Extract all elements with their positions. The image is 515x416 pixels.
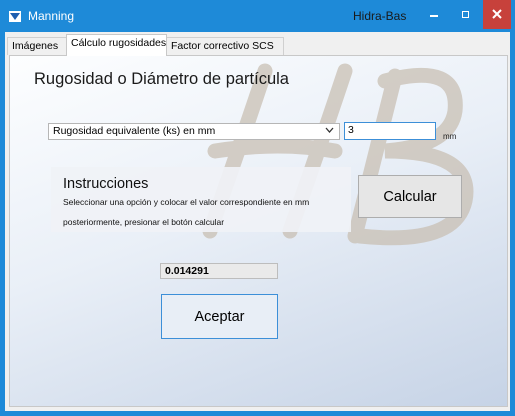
- select-value: Rugosidad equivalente (ks) en mm: [53, 125, 216, 137]
- title-bar[interactable]: Manning Hidra-Bas: [0, 0, 515, 32]
- tab-imagenes[interactable]: Imágenes: [7, 37, 67, 55]
- minimize-icon: [430, 15, 438, 17]
- tab-factor-correctivo-scs[interactable]: Factor correctivo SCS: [166, 37, 284, 55]
- app-icon: [9, 11, 21, 22]
- instructions-text-line1: Seleccionar una opción y colocar el valo…: [63, 197, 310, 207]
- section-heading: Rugosidad o Diámetro de partícula: [34, 70, 289, 88]
- maximize-icon: [462, 11, 469, 18]
- tab-calculo-rugosidades[interactable]: Cálculo rugosidades: [66, 34, 167, 56]
- tab-panel: Rugosidad o Diámetro de partícula Rugosi…: [9, 55, 508, 407]
- client-area: Imágenes Cálculo rugosidades Factor corr…: [5, 32, 510, 411]
- app-name: Hidra-Bas: [353, 9, 407, 23]
- instructions-box: Instrucciones Seleccionar una opción y c…: [51, 167, 351, 232]
- unit-label: mm: [443, 132, 457, 141]
- roughness-type-select[interactable]: Rugosidad equivalente (ks) en mm: [48, 123, 340, 140]
- window-title: Manning: [28, 9, 75, 23]
- chevron-down-icon: [325, 127, 334, 133]
- close-button[interactable]: [483, 0, 511, 29]
- tab-strip: Imágenes Cálculo rugosidades Factor corr…: [5, 32, 510, 56]
- maximize-button[interactable]: [450, 0, 480, 29]
- roughness-value-input[interactable]: 3: [344, 122, 436, 140]
- instructions-text-line2: posteriormente, presionar el botón calcu…: [63, 217, 225, 227]
- result-field: 0.014291: [160, 263, 278, 279]
- app-window: Manning Hidra-Bas Imágenes Cálculo rugos…: [0, 0, 515, 416]
- accept-button[interactable]: Aceptar: [161, 294, 278, 339]
- close-icon: [492, 9, 502, 19]
- minimize-button[interactable]: [419, 0, 449, 29]
- instructions-title: Instrucciones: [63, 176, 149, 192]
- calculate-button[interactable]: Calcular: [358, 175, 462, 218]
